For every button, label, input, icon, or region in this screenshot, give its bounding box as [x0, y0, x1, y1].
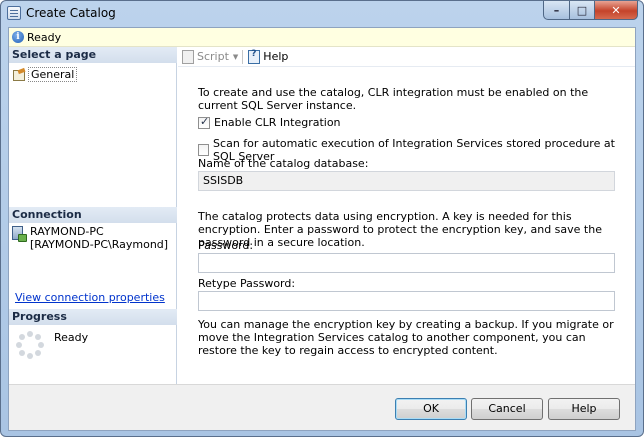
script-label: Script: [197, 50, 229, 63]
retype-password-field[interactable]: [198, 291, 615, 311]
cancel-button[interactable]: Cancel: [471, 398, 543, 420]
password-label: Password:: [198, 239, 254, 252]
catalog-db-field: SSISDB: [198, 171, 615, 191]
script-button[interactable]: Script: [181, 50, 229, 64]
connection-info: RAYMOND-PC [RAYMOND-PC\Raymond]: [12, 225, 168, 251]
retype-password-label: Retype Password:: [198, 277, 296, 290]
minimize-button[interactable]: –: [543, 1, 570, 20]
view-connection-properties-link[interactable]: View connection properties: [15, 291, 165, 304]
script-dropdown-arrow-icon[interactable]: ▼: [233, 53, 238, 61]
progress-indicator: Ready: [16, 331, 88, 359]
server-connection-icon: [12, 226, 27, 242]
properties-page-icon: [12, 69, 26, 81]
status-bar: i Ready: [9, 28, 635, 47]
general-page: Script ▼ Help To create and use the cata…: [178, 47, 635, 384]
status-text: Ready: [27, 31, 62, 44]
progress-spinner-icon: [16, 331, 44, 359]
progress-status: Ready: [54, 331, 89, 344]
window-title: Create Catalog: [26, 6, 116, 20]
script-icon: [181, 50, 195, 64]
enable-clr-checkbox-row[interactable]: Enable CLR Integration: [198, 115, 341, 129]
dialog-icon: [7, 6, 21, 20]
left-pane: Select a page General Connection RAYMOND…: [9, 47, 177, 384]
server-name: RAYMOND-PC: [30, 225, 104, 238]
catalog-db-label: Name of the catalog database:: [198, 157, 369, 170]
ok-button[interactable]: OK: [395, 398, 467, 420]
encryption-intro-text: The catalog protects data using encrypti…: [198, 210, 602, 249]
help-label: Help: [263, 50, 289, 63]
dialog-client-area: i Ready Select a page General Connection…: [8, 27, 636, 431]
close-button[interactable]: ✕: [595, 1, 638, 20]
enable-clr-label: Enable CLR Integration: [214, 116, 341, 129]
info-icon: i: [12, 31, 24, 43]
enable-clr-checkbox[interactable]: [198, 115, 210, 129]
page-item-general[interactable]: General: [12, 67, 78, 82]
create-catalog-window: Create Catalog – □ ✕ i Ready Select a pa…: [0, 0, 644, 437]
help-icon: [247, 49, 261, 64]
toolbar-separator: [242, 49, 244, 64]
page-item-label: General: [28, 67, 78, 82]
connection-header: Connection: [9, 207, 177, 223]
title-bar[interactable]: Create Catalog – □ ✕: [1, 1, 643, 27]
scan-autoexec-checkbox[interactable]: [198, 144, 210, 156]
maximize-button[interactable]: □: [570, 1, 595, 20]
progress-header: Progress: [9, 309, 177, 325]
connection-user: [RAYMOND-PC\Raymond]: [30, 238, 169, 251]
toolbar: Script ▼ Help: [178, 47, 635, 67]
password-field[interactable]: [198, 253, 615, 273]
select-page-header: Select a page: [9, 47, 177, 63]
help-toolbar-button[interactable]: Help: [247, 49, 289, 64]
caption-buttons: – □ ✕: [543, 1, 638, 20]
clr-intro-text: To create and use the catalog, CLR integ…: [198, 86, 589, 112]
button-bar: OK Cancel Help: [9, 384, 635, 430]
backup-note-text: You can manage the encryption key by cre…: [198, 318, 614, 357]
help-button[interactable]: Help: [548, 398, 620, 420]
